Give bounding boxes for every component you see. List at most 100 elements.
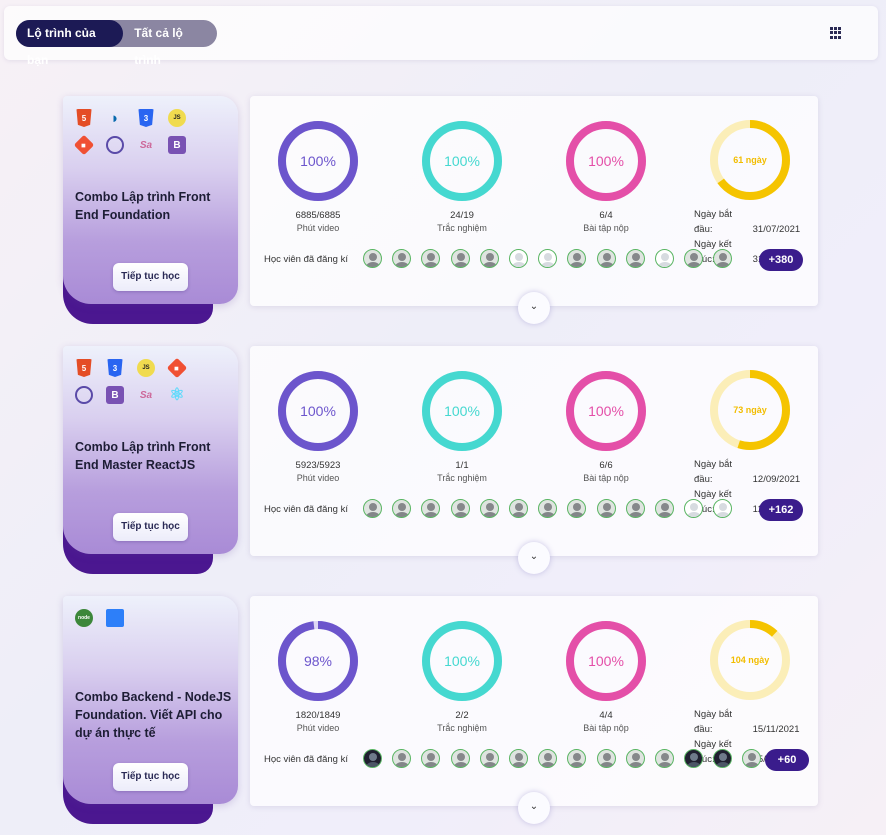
learner-avatar[interactable] <box>479 749 499 768</box>
homework-value: 4/4 <box>599 710 613 721</box>
expand-chevron-icon[interactable]: ⌄ <box>518 792 550 824</box>
course-card: node Combo Backend - NodeJS Foundation. V… <box>63 596 238 804</box>
learner-avatar[interactable] <box>684 499 704 518</box>
homework-value: 6/4 <box>599 210 613 221</box>
react-icon: ⚛ <box>169 385 185 404</box>
learner-avatar[interactable] <box>654 499 674 518</box>
homework-percent: 100% <box>588 153 624 169</box>
video-label: Phút video <box>296 223 340 233</box>
learner-avatar[interactable] <box>625 249 645 268</box>
learner-avatar[interactable] <box>392 749 412 768</box>
learners-label: Học viên đã đăng kí <box>264 754 348 765</box>
js-icon: JS <box>137 359 155 377</box>
expand-chevron-icon[interactable]: ⌄ <box>518 292 550 324</box>
days-remaining-ring: 104 ngày <box>710 620 790 700</box>
jquery-icon: ◗ <box>110 109 120 127</box>
grid-view-icon[interactable] <box>830 27 842 39</box>
days-remaining-ring: 61 ngày <box>710 120 790 200</box>
learner-avatar[interactable] <box>742 749 762 768</box>
learner-avatar[interactable] <box>684 749 704 768</box>
learner-avatar[interactable] <box>538 749 558 768</box>
learner-avatar[interactable] <box>567 249 587 268</box>
more-learners-badge[interactable]: +380 <box>759 249 803 271</box>
learner-avatar[interactable] <box>713 249 733 268</box>
learner-avatar[interactable] <box>596 249 616 268</box>
learner-avatar[interactable] <box>450 249 470 268</box>
tech-icons: node <box>75 609 225 636</box>
course-card: 5 3 JS ◆ B Sa ⚛ Combo Lập trình Front End Maste… <box>63 346 238 554</box>
learner-avatar[interactable] <box>713 749 733 768</box>
start-date-label: Ngày bắt đầu: <box>694 459 733 485</box>
learners-label: Học viên đã đăng kí <box>264 254 348 265</box>
more-learners-badge[interactable]: +60 <box>765 749 809 771</box>
learner-avatar[interactable] <box>596 499 616 518</box>
top-bar: Lộ trình của bạn Tất cả lộ trình <box>4 6 878 67</box>
quiz-label: Trắc nghiệm <box>437 223 487 233</box>
video-value: 1820/1849 <box>295 710 341 721</box>
learner-avatar[interactable] <box>508 249 528 268</box>
continue-learning-button[interactable]: Tiếp tục học <box>113 763 188 791</box>
learner-avatar[interactable] <box>567 749 587 768</box>
learner-avatar[interactable] <box>421 499 441 518</box>
learner-avatar[interactable] <box>450 499 470 518</box>
learner-avatar[interactable] <box>567 499 587 518</box>
html5-icon: 5 <box>76 359 92 377</box>
continue-learning-button[interactable]: Tiếp tục học <box>113 263 188 291</box>
quiz-percent: 100% <box>444 653 480 669</box>
learner-avatar[interactable] <box>684 249 704 268</box>
learners-label: Học viên đã đăng kí <box>264 504 348 515</box>
learner-avatars <box>363 749 772 768</box>
learner-avatar[interactable] <box>421 249 441 268</box>
course-card: 5 ◗ 3 JS ◆ Sa B Combo Lập trình Front End Found… <box>63 96 238 304</box>
quiz-progress-ring: 100% <box>422 621 502 701</box>
learner-avatar[interactable] <box>538 249 558 268</box>
days-remaining: 73 ngày <box>733 405 767 415</box>
homework-label: Bài tập nộp <box>583 223 629 233</box>
course-stats-panel: 98% 1820/1849 Phút video 100% 2/2 Trắc nghiệm… <box>250 596 818 824</box>
video-percent: 100% <box>300 403 336 419</box>
learner-avatar[interactable] <box>625 499 645 518</box>
learner-avatar[interactable] <box>654 749 674 768</box>
learner-avatar[interactable] <box>508 499 528 518</box>
learner-avatar[interactable] <box>654 249 674 268</box>
learner-avatar[interactable] <box>421 749 441 768</box>
more-learners-badge[interactable]: +162 <box>759 499 803 521</box>
expand-chevron-icon[interactable]: ⌄ <box>518 542 550 574</box>
tab-all-roadmaps[interactable]: Tất cả lộ trình <box>123 20 217 67</box>
learner-avatar[interactable] <box>625 749 645 768</box>
start-date-label: Ngày bắt đầu: <box>694 209 733 235</box>
days-remaining: 104 ngày <box>730 655 770 665</box>
learner-avatar[interactable] <box>479 249 499 268</box>
quiz-value: 2/2 <box>455 710 469 721</box>
github-icon <box>75 386 93 404</box>
node-icon: node <box>75 609 93 627</box>
tab-your-roadmap[interactable]: Lộ trình của bạn <box>16 20 124 67</box>
course-row: 5 3 JS ◆ B Sa ⚛ Combo Lập trình Front End Maste… <box>0 346 886 586</box>
video-percent: 100% <box>300 153 336 169</box>
homework-progress-ring: 100% <box>566 371 646 451</box>
css3-icon: 3 <box>138 109 154 127</box>
start-date: 12/09/2021 <box>752 474 801 485</box>
start-date-label: Ngày bắt đầu: <box>694 709 733 735</box>
github-icon <box>106 136 124 154</box>
js-icon: JS <box>168 109 186 127</box>
sass-icon: Sa <box>139 139 153 151</box>
video-percent: 98% <box>303 653 333 669</box>
quiz-percent: 100% <box>444 153 480 169</box>
learner-avatar[interactable] <box>538 499 558 518</box>
learner-avatar[interactable] <box>392 499 412 518</box>
learner-avatar[interactable] <box>363 249 382 268</box>
bootstrap-icon: B <box>168 136 186 154</box>
learner-avatar[interactable] <box>508 749 528 768</box>
continue-learning-button[interactable]: Tiếp tục học <box>113 513 188 541</box>
video-value: 5923/5923 <box>295 460 341 471</box>
learner-avatar[interactable] <box>392 249 412 268</box>
learner-avatar[interactable] <box>713 499 733 518</box>
learner-avatar[interactable] <box>363 749 382 768</box>
days-remaining-ring: 73 ngày <box>710 370 790 450</box>
file-icon <box>106 609 124 627</box>
learner-avatar[interactable] <box>596 749 616 768</box>
learner-avatar[interactable] <box>479 499 499 518</box>
learner-avatar[interactable] <box>363 499 382 518</box>
learner-avatar[interactable] <box>450 749 470 768</box>
